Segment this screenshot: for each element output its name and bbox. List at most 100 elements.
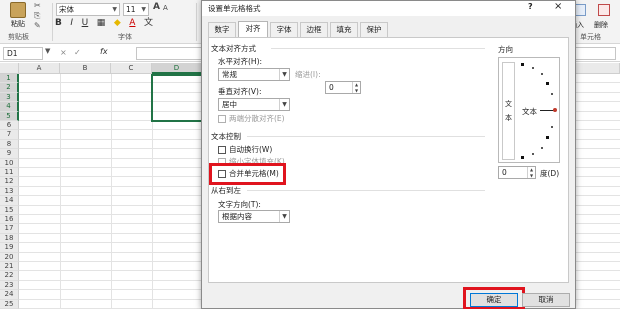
row-header-21[interactable]: 21: [0, 262, 19, 272]
indent-spinner[interactable]: 0 ▲ ▼: [325, 81, 361, 94]
ok-button-highlight: [463, 287, 525, 309]
cancel-icon[interactable]: ×: [60, 48, 67, 57]
font-format-row: B I U ▦ ◆ A 文: [55, 17, 159, 30]
enter-icon[interactable]: ✓: [74, 48, 81, 57]
row-header-1[interactable]: 1: [0, 74, 19, 84]
rtl-heading: 从右到左: [211, 186, 241, 195]
column-header-b[interactable]: B: [60, 63, 111, 74]
gridline: [60, 74, 61, 309]
orientation-dot: [521, 156, 524, 159]
row-header-5[interactable]: 5: [0, 111, 19, 121]
row-header-4[interactable]: 4: [0, 102, 19, 112]
chevron-down-icon: ▼: [279, 69, 289, 80]
wrap-text-label: 自动换行(W): [229, 145, 273, 154]
orientation-text-label: 文本: [522, 107, 537, 116]
bold-button[interactable]: B: [55, 17, 62, 30]
orientation-control[interactable]: 文 本 文本: [498, 57, 560, 163]
italic-button[interactable]: I: [70, 17, 73, 30]
degrees-value: 0: [502, 168, 507, 177]
row-header-16[interactable]: 16: [0, 215, 19, 225]
chevron-down-icon[interactable]: ▼: [45, 47, 50, 55]
row-header-9[interactable]: 9: [0, 149, 19, 159]
row-header-11[interactable]: 11: [0, 168, 19, 178]
chevron-down-icon: ▼: [279, 211, 289, 222]
row-header-25[interactable]: 25: [0, 299, 19, 309]
delete-icon[interactable]: [598, 4, 610, 16]
row-header-8[interactable]: 8: [0, 139, 19, 150]
row-header-3[interactable]: 3: [0, 92, 19, 103]
font-color-button[interactable]: A: [129, 17, 135, 30]
selected-range[interactable]: [151, 74, 203, 122]
orientation-dot: [541, 147, 543, 149]
row-header-18[interactable]: 18: [0, 233, 19, 244]
font-name-select[interactable]: 宋体 ▼: [56, 3, 120, 16]
grow-font-button[interactable]: A: [153, 2, 160, 12]
underline-button[interactable]: U: [82, 17, 89, 30]
cancel-button[interactable]: 取消: [522, 293, 570, 307]
wrap-text-checkbox[interactable]: 自动换行(W): [218, 145, 272, 155]
column-header-c[interactable]: C: [111, 63, 152, 74]
row-header-22[interactable]: 22: [0, 271, 19, 281]
tab-font[interactable]: 字体: [270, 22, 298, 37]
tab-number[interactable]: 数字: [208, 22, 236, 37]
row-header-6[interactable]: 6: [0, 121, 19, 131]
justify-distributed-checkbox[interactable]: 两端分散对齐(E): [218, 114, 285, 124]
shrink-font-button[interactable]: A: [163, 4, 168, 12]
column-header-a[interactable]: A: [19, 63, 60, 74]
tab-protection[interactable]: 保护: [360, 22, 388, 37]
phonetic-button[interactable]: 文: [144, 17, 153, 30]
merge-cells-highlight: [209, 163, 286, 185]
row-header-20[interactable]: 20: [0, 252, 19, 262]
degrees-label: 度(D): [540, 169, 560, 178]
row-header-12[interactable]: 12: [0, 177, 19, 187]
insert-function-button[interactable]: fx: [100, 47, 108, 56]
format-cells-dialog: 设置单元格格式 ? × 数字 对齐 字体 边框 填充 保护 文本对齐方式 水平对…: [201, 0, 576, 309]
vertical-text-button[interactable]: 文 本: [502, 62, 515, 160]
horizontal-align-select[interactable]: 常规 ▼: [218, 68, 290, 81]
cells-group-label: 单元格: [580, 33, 601, 41]
borders-icon[interactable]: ▦: [97, 17, 106, 30]
close-button[interactable]: ×: [554, 1, 562, 12]
font-name-value: 宋体: [59, 5, 74, 14]
tab-fill[interactable]: 填充: [330, 22, 358, 37]
text-direction-select[interactable]: 根据内容 ▼: [218, 210, 290, 223]
formula-input[interactable]: [136, 47, 206, 60]
degrees-spinner[interactable]: 0 ▲ ▼: [498, 166, 536, 179]
name-box[interactable]: D1: [3, 47, 43, 60]
row-header-23[interactable]: 23: [0, 280, 19, 291]
text-direction-value: 根据内容: [222, 212, 252, 221]
cut-icon[interactable]: ✂: [34, 2, 45, 10]
format-painter-icon[interactable]: ✎: [34, 22, 45, 30]
paste-button[interactable]: 粘贴: [6, 2, 30, 30]
copy-icon[interactable]: ⎘: [34, 12, 45, 20]
spinner-arrows-icon[interactable]: ▲ ▼: [352, 82, 360, 93]
divider: [247, 190, 485, 191]
excel-window: 粘贴 ✂ ⎘ ✎ 剪贴板 宋体 ▼ 11 ▼ A A B I U ▦ ◆ A 文…: [0, 0, 620, 309]
row-header-19[interactable]: 19: [0, 243, 19, 253]
select-all-corner[interactable]: [0, 63, 19, 74]
vertical-align-select[interactable]: 居中 ▼: [218, 98, 290, 111]
orientation-dot: [546, 136, 549, 139]
clipboard-tools: ✂ ⎘ ✎: [34, 2, 50, 32]
tab-alignment[interactable]: 对齐: [238, 21, 268, 37]
orientation-dot: [541, 73, 543, 75]
row-header-15[interactable]: 15: [0, 205, 19, 215]
row-header-17[interactable]: 17: [0, 224, 19, 234]
row-header-13[interactable]: 13: [0, 186, 19, 197]
spinner-arrows-icon[interactable]: ▲ ▼: [527, 167, 535, 178]
column-header-d[interactable]: D: [152, 63, 202, 74]
row-header-2[interactable]: 2: [0, 83, 19, 93]
group-separator: [52, 3, 53, 41]
tab-border[interactable]: 边框: [300, 22, 328, 37]
orientation-handle[interactable]: [553, 108, 557, 112]
row-header-10[interactable]: 10: [0, 158, 19, 168]
font-size-value: 11: [126, 5, 136, 14]
vertical-text-char-1: 文: [505, 100, 512, 108]
orientation-dot: [532, 153, 534, 155]
fill-color-icon[interactable]: ◆: [114, 17, 121, 30]
font-size-select[interactable]: 11 ▼: [123, 3, 149, 16]
help-button[interactable]: ?: [528, 2, 533, 11]
row-header-24[interactable]: 24: [0, 290, 19, 300]
row-header-14[interactable]: 14: [0, 196, 19, 206]
row-header-7[interactable]: 7: [0, 130, 19, 140]
